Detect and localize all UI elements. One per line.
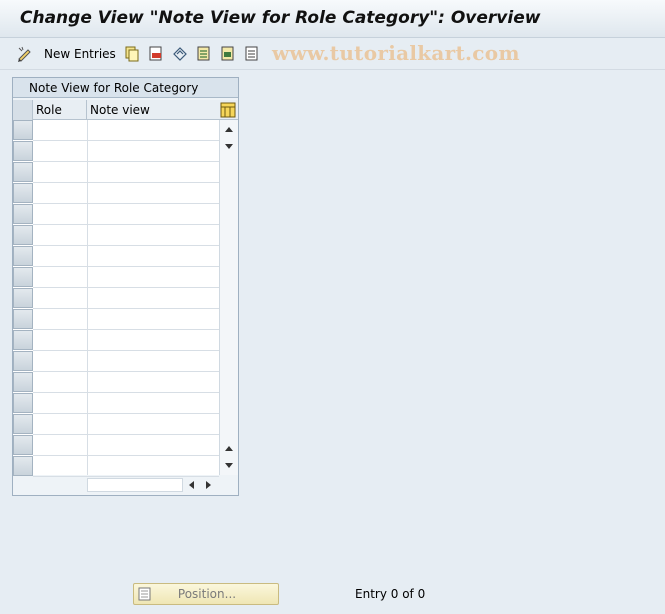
watermark: www.tutorialkart.com xyxy=(272,41,520,65)
table-row[interactable] xyxy=(33,140,219,141)
horizontal-scrollbar[interactable] xyxy=(87,477,217,493)
column-header-note-view[interactable]: Note view xyxy=(87,100,219,120)
column-header-role[interactable]: Role xyxy=(33,100,87,120)
table-row[interactable] xyxy=(33,203,219,204)
entry-count-status: Entry 0 of 0 xyxy=(355,587,426,601)
table-header: Role Note view xyxy=(13,100,238,120)
table-row[interactable] xyxy=(33,266,219,267)
row-selector[interactable] xyxy=(13,246,33,266)
row-selector[interactable] xyxy=(13,435,33,455)
row-selector[interactable] xyxy=(13,267,33,287)
scroll-right-icon[interactable] xyxy=(201,477,217,493)
scroll-page-up-icon[interactable] xyxy=(220,440,238,456)
table-body xyxy=(13,120,219,477)
row-selector[interactable] xyxy=(13,351,33,371)
new-entries-label: New Entries xyxy=(44,47,116,61)
table-row[interactable] xyxy=(33,455,219,456)
scroll-down-icon[interactable] xyxy=(220,139,238,155)
table-row[interactable] xyxy=(33,413,219,414)
new-entries-button[interactable]: New Entries xyxy=(44,44,116,64)
position-button[interactable]: Position... xyxy=(133,583,279,605)
vertical-scrollbar[interactable] xyxy=(219,120,238,475)
table-settings-icon[interactable] xyxy=(220,102,236,118)
title-bar: Change View "Note View for Role Category… xyxy=(0,0,665,38)
table-row[interactable] xyxy=(33,182,219,183)
row-selector[interactable] xyxy=(13,372,33,392)
row-selector[interactable] xyxy=(13,288,33,308)
table-row[interactable] xyxy=(33,350,219,351)
edit-pencil-icon[interactable] xyxy=(16,44,34,64)
table-row[interactable] xyxy=(33,161,219,162)
scroll-up-icon[interactable] xyxy=(220,121,238,137)
row-selector[interactable] xyxy=(13,141,33,161)
table-title: Note View for Role Category xyxy=(13,78,238,98)
copy-icon[interactable] xyxy=(124,44,140,64)
row-selector[interactable] xyxy=(13,393,33,413)
table-row[interactable] xyxy=(33,434,219,435)
select-all-rows-button[interactable] xyxy=(13,100,33,120)
table-row[interactable] xyxy=(33,287,219,288)
deselect-all-icon[interactable] xyxy=(244,44,260,64)
undo-icon[interactable] xyxy=(172,44,188,64)
select-all-icon[interactable] xyxy=(196,44,212,64)
row-selector[interactable] xyxy=(13,204,33,224)
table-control: Note View for Role Category Role Note vi… xyxy=(12,77,239,496)
table-row[interactable] xyxy=(33,371,219,372)
position-button-label: Position... xyxy=(177,587,237,601)
row-selector[interactable] xyxy=(13,456,33,476)
page-title: Change View "Note View for Role Category… xyxy=(20,8,541,28)
row-selector[interactable] xyxy=(13,309,33,329)
scroll-left-icon[interactable] xyxy=(183,477,199,493)
row-selector[interactable] xyxy=(13,225,33,245)
select-block-icon[interactable] xyxy=(220,44,236,64)
table-row[interactable] xyxy=(33,392,219,393)
table-row[interactable] xyxy=(33,308,219,309)
row-selector[interactable] xyxy=(13,414,33,434)
row-selector[interactable] xyxy=(13,120,33,140)
table-row[interactable] xyxy=(33,329,219,330)
column-separator xyxy=(87,120,88,475)
table-row[interactable] xyxy=(33,245,219,246)
row-selector[interactable] xyxy=(13,183,33,203)
row-selector[interactable] xyxy=(13,330,33,350)
table-row[interactable] xyxy=(33,224,219,225)
delete-icon[interactable] xyxy=(148,44,164,64)
row-selector[interactable] xyxy=(13,162,33,182)
scroll-page-down-icon[interactable] xyxy=(220,458,238,474)
horizontal-scroll-track[interactable] xyxy=(87,478,183,492)
